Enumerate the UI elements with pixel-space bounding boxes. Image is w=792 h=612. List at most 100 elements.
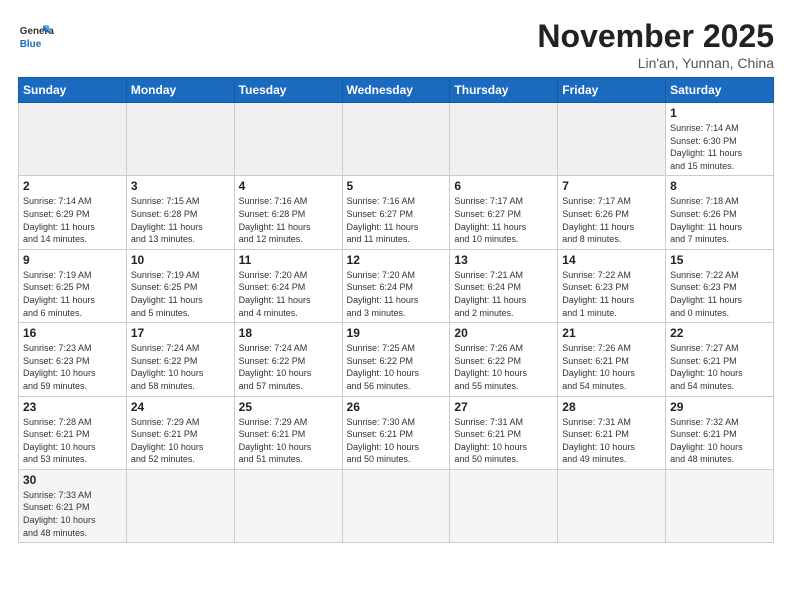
day-number: 11 [239, 253, 338, 267]
day-info: Sunrise: 7:29 AM Sunset: 6:21 PM Dayligh… [239, 416, 338, 466]
col-thursday: Thursday [450, 78, 558, 103]
calendar-day: 25 Sunrise: 7:29 AM Sunset: 6:21 PM Dayli… [234, 396, 342, 469]
calendar-day: 16 Sunrise: 7:23 AM Sunset: 6:23 PM Dayli… [19, 323, 127, 396]
day-info: Sunrise: 7:29 AM Sunset: 6:21 PM Dayligh… [131, 416, 230, 466]
calendar-day: 4Sunrise: 7:16 AM Sunset: 6:28 PM Daylig… [234, 176, 342, 249]
calendar-day: 26Sunrise: 7:30 AM Sunset: 6:21 PM Dayli… [342, 396, 450, 469]
calendar-day [558, 103, 666, 176]
calendar-day: 29 Sunrise: 7:32 AM Sunset: 6:21 PM Dayli… [666, 396, 774, 469]
calendar-day: 21 Sunrise: 7:26 AM Sunset: 6:21 PM Dayli… [558, 323, 666, 396]
day-number: 8 [670, 179, 769, 193]
calendar-day: 19Sunrise: 7:25 AM Sunset: 6:22 PM Dayli… [342, 323, 450, 396]
calendar-day: 23Sunrise: 7:28 AM Sunset: 6:21 PM Dayli… [19, 396, 127, 469]
day-number: 20 [454, 326, 553, 340]
day-number: 6 [454, 179, 553, 193]
day-info: Sunrise: 7:24 AM Sunset: 6:22 PM Dayligh… [239, 342, 338, 392]
calendar-day: 10Sunrise: 7:19 AM Sunset: 6:25 PM Dayli… [126, 249, 234, 322]
calendar-day [558, 469, 666, 542]
day-number: 14 [562, 253, 661, 267]
calendar-day: 6 Sunrise: 7:17 AM Sunset: 6:27 PM Daylig… [450, 176, 558, 249]
calendar-day [450, 469, 558, 542]
calendar-day [126, 103, 234, 176]
calendar-day [234, 469, 342, 542]
calendar-day: 9 Sunrise: 7:19 AM Sunset: 6:25 PM Daylig… [19, 249, 127, 322]
day-info: Sunrise: 7:26 AM Sunset: 6:21 PM Dayligh… [562, 342, 661, 392]
day-number: 25 [239, 400, 338, 414]
day-number: 23 [23, 400, 122, 414]
calendar-day: 18 Sunrise: 7:24 AM Sunset: 6:22 PM Dayli… [234, 323, 342, 396]
col-friday: Friday [558, 78, 666, 103]
day-number: 28 [562, 400, 661, 414]
calendar-day: 14 Sunrise: 7:22 AM Sunset: 6:23 PM Dayli… [558, 249, 666, 322]
col-saturday: Saturday [666, 78, 774, 103]
calendar-day: 2Sunrise: 7:14 AM Sunset: 6:29 PM Daylig… [19, 176, 127, 249]
day-info: Sunrise: 7:17 AM Sunset: 6:27 PM Dayligh… [454, 195, 553, 245]
calendar-day [666, 469, 774, 542]
day-number: 12 [347, 253, 446, 267]
calendar-day [126, 469, 234, 542]
day-info: Sunrise: 7:25 AM Sunset: 6:22 PM Dayligh… [347, 342, 446, 392]
col-sunday: Sunday [19, 78, 127, 103]
day-info: Sunrise: 7:31 AM Sunset: 6:21 PM Dayligh… [562, 416, 661, 466]
day-info: Sunrise: 7:31 AM Sunset: 6:21 PM Dayligh… [454, 416, 553, 466]
weekday-header-row: Sunday Monday Tuesday Wednesday Thursday… [19, 78, 774, 103]
day-number: 2 [23, 179, 122, 193]
day-number: 4 [239, 179, 338, 193]
calendar-day: 5Sunrise: 7:16 AM Sunset: 6:27 PM Daylig… [342, 176, 450, 249]
calendar-day [342, 103, 450, 176]
day-number: 30 [23, 473, 122, 487]
svg-text:Blue: Blue [20, 39, 42, 50]
day-number: 24 [131, 400, 230, 414]
calendar-day [234, 103, 342, 176]
title-block: November 2025 Lin'an, Yunnan, China [537, 18, 774, 71]
day-info: Sunrise: 7:21 AM Sunset: 6:24 PM Dayligh… [454, 269, 553, 319]
col-wednesday: Wednesday [342, 78, 450, 103]
calendar-table: Sunday Monday Tuesday Wednesday Thursday… [18, 77, 774, 543]
day-number: 1 [670, 106, 769, 120]
day-info: Sunrise: 7:22 AM Sunset: 6:23 PM Dayligh… [562, 269, 661, 319]
calendar-day: 15Sunrise: 7:22 AM Sunset: 6:23 PM Dayli… [666, 249, 774, 322]
day-number: 21 [562, 326, 661, 340]
calendar-day: 13 Sunrise: 7:21 AM Sunset: 6:24 PM Dayli… [450, 249, 558, 322]
day-number: 29 [670, 400, 769, 414]
calendar-row: 2Sunrise: 7:14 AM Sunset: 6:29 PM Daylig… [19, 176, 774, 249]
calendar-day: 1Sunrise: 7:14 AM Sunset: 6:30 PM Daylig… [666, 103, 774, 176]
header: General Blue November 2025 Lin'an, Yunna… [18, 18, 774, 71]
calendar-day [342, 469, 450, 542]
day-info: Sunrise: 7:19 AM Sunset: 6:25 PM Dayligh… [23, 269, 122, 319]
day-number: 18 [239, 326, 338, 340]
day-number: 9 [23, 253, 122, 267]
day-info: Sunrise: 7:19 AM Sunset: 6:25 PM Dayligh… [131, 269, 230, 319]
day-info: Sunrise: 7:32 AM Sunset: 6:21 PM Dayligh… [670, 416, 769, 466]
calendar-row: 30Sunrise: 7:33 AM Sunset: 6:21 PM Dayli… [19, 469, 774, 542]
calendar-day: 22Sunrise: 7:27 AM Sunset: 6:21 PM Dayli… [666, 323, 774, 396]
day-number: 22 [670, 326, 769, 340]
logo: General Blue [18, 18, 54, 54]
day-number: 13 [454, 253, 553, 267]
day-info: Sunrise: 7:23 AM Sunset: 6:23 PM Dayligh… [23, 342, 122, 392]
day-info: Sunrise: 7:18 AM Sunset: 6:26 PM Dayligh… [670, 195, 769, 245]
calendar-day: 17 Sunrise: 7:24 AM Sunset: 6:22 PM Dayli… [126, 323, 234, 396]
day-number: 15 [670, 253, 769, 267]
calendar-day: 3Sunrise: 7:15 AM Sunset: 6:28 PM Daylig… [126, 176, 234, 249]
day-info: Sunrise: 7:20 AM Sunset: 6:24 PM Dayligh… [347, 269, 446, 319]
day-number: 26 [347, 400, 446, 414]
day-number: 27 [454, 400, 553, 414]
calendar-row: 9 Sunrise: 7:19 AM Sunset: 6:25 PM Daylig… [19, 249, 774, 322]
calendar-row: 23Sunrise: 7:28 AM Sunset: 6:21 PM Dayli… [19, 396, 774, 469]
calendar-day: 7Sunrise: 7:17 AM Sunset: 6:26 PM Daylig… [558, 176, 666, 249]
calendar-day: 20 Sunrise: 7:26 AM Sunset: 6:22 PM Dayli… [450, 323, 558, 396]
day-number: 7 [562, 179, 661, 193]
day-info: Sunrise: 7:26 AM Sunset: 6:22 PM Dayligh… [454, 342, 553, 392]
day-info: Sunrise: 7:20 AM Sunset: 6:24 PM Dayligh… [239, 269, 338, 319]
calendar-day: 30Sunrise: 7:33 AM Sunset: 6:21 PM Dayli… [19, 469, 127, 542]
col-monday: Monday [126, 78, 234, 103]
day-info: Sunrise: 7:16 AM Sunset: 6:27 PM Dayligh… [347, 195, 446, 245]
calendar-day: 11 Sunrise: 7:20 AM Sunset: 6:24 PM Dayli… [234, 249, 342, 322]
calendar-row: 1Sunrise: 7:14 AM Sunset: 6:30 PM Daylig… [19, 103, 774, 176]
day-number: 17 [131, 326, 230, 340]
page: General Blue November 2025 Lin'an, Yunna… [0, 0, 792, 553]
col-tuesday: Tuesday [234, 78, 342, 103]
day-info: Sunrise: 7:24 AM Sunset: 6:22 PM Dayligh… [131, 342, 230, 392]
day-number: 16 [23, 326, 122, 340]
